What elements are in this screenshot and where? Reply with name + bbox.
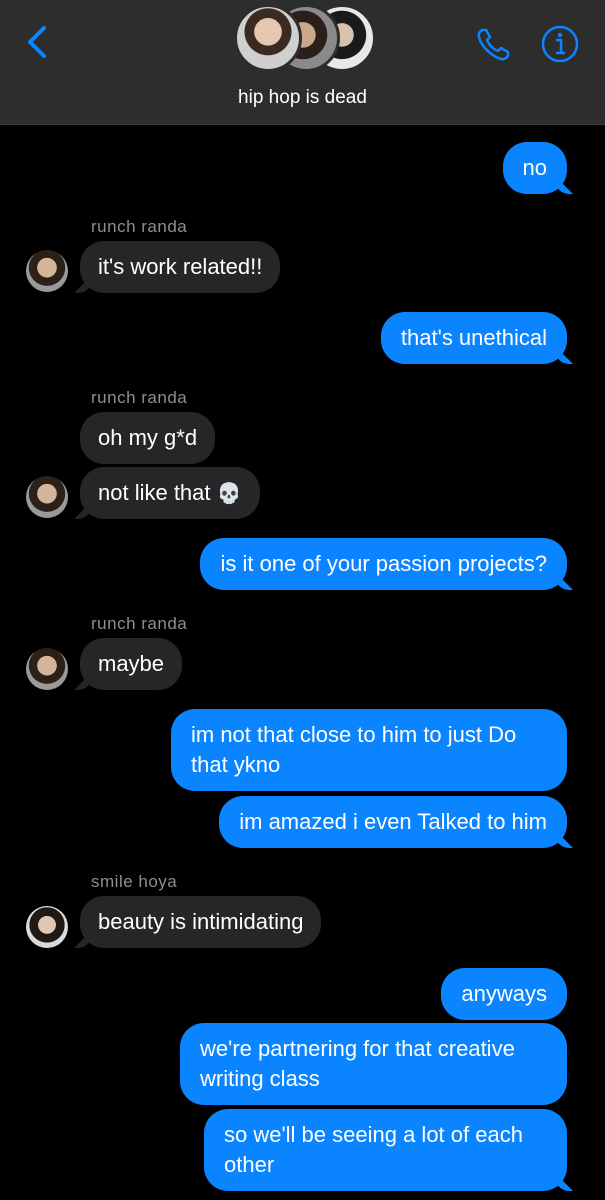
message-text-line: we're partnering for that creative — [200, 1036, 515, 1061]
message-text: maybe — [98, 651, 165, 676]
chat-title[interactable]: hip hop is dead — [0, 87, 605, 109]
message-bubble-incoming[interactable]: oh my g*d — [80, 412, 216, 464]
message-text-line: writing class — [200, 1066, 320, 1091]
sender-name: runch randa — [91, 388, 188, 407]
info-icon[interactable] — [540, 24, 580, 64]
message-text: no — [522, 155, 547, 180]
group-avatars[interactable] — [234, 4, 376, 74]
sender-name: runch randa — [91, 217, 188, 236]
message-bubble-outgoing[interactable]: im amazed i even Talked to him — [219, 796, 567, 848]
skull-emoji: 💀 — [216, 481, 242, 505]
message-text: it's work related!! — [98, 254, 263, 279]
message-text: im amazed i even Talked to him — [239, 809, 547, 834]
message-text-line: im not that close to him to just Do — [191, 722, 517, 747]
avatar[interactable] — [26, 906, 68, 948]
message-bubble-incoming[interactable]: not like that 💀 — [80, 467, 260, 519]
avatar[interactable] — [26, 250, 68, 292]
message-text: beauty is intimidating — [98, 909, 304, 934]
message-bubble-incoming[interactable]: it's work related!! — [80, 241, 281, 293]
chat-header: hip hop is dead — [0, 0, 605, 125]
message-bubble-outgoing[interactable]: anyways — [441, 968, 567, 1020]
sender-name: runch randa — [91, 614, 188, 633]
message-bubble-outgoing[interactable]: is it one of your passion projects? — [200, 538, 567, 590]
message-bubble-outgoing[interactable]: we're partnering for that creative writi… — [180, 1023, 567, 1105]
message-bubble-outgoing[interactable]: so we'll be seeing a lot of each other — [204, 1109, 567, 1191]
avatar — [234, 4, 302, 72]
message-text-line: other — [224, 1152, 275, 1177]
message-bubble-incoming[interactable]: maybe — [80, 638, 183, 690]
message-text: anyways — [461, 981, 547, 1006]
message-bubble-outgoing[interactable]: im not that close to him to just Do that… — [171, 709, 567, 791]
avatar[interactable] — [26, 476, 68, 518]
message-text-line: that ykno — [191, 752, 281, 777]
message-text-line: so we'll be seeing a lot of each — [224, 1122, 523, 1147]
chevron-left-icon[interactable] — [22, 24, 54, 64]
message-text: oh my g*d — [98, 425, 198, 450]
message-bubble-outgoing[interactable]: that's unethical — [380, 312, 567, 364]
message-text: that's unethical — [400, 325, 547, 350]
message-text: is it one of your passion projects? — [220, 551, 547, 576]
sender-name: smile hoya — [91, 872, 178, 891]
message-bubble-incoming[interactable]: beauty is intimidating — [80, 896, 322, 948]
message-text: not like that — [98, 480, 211, 505]
message-bubble-outgoing[interactable]: no — [502, 142, 567, 194]
avatar[interactable] — [26, 648, 68, 690]
phone-icon[interactable] — [474, 26, 514, 64]
